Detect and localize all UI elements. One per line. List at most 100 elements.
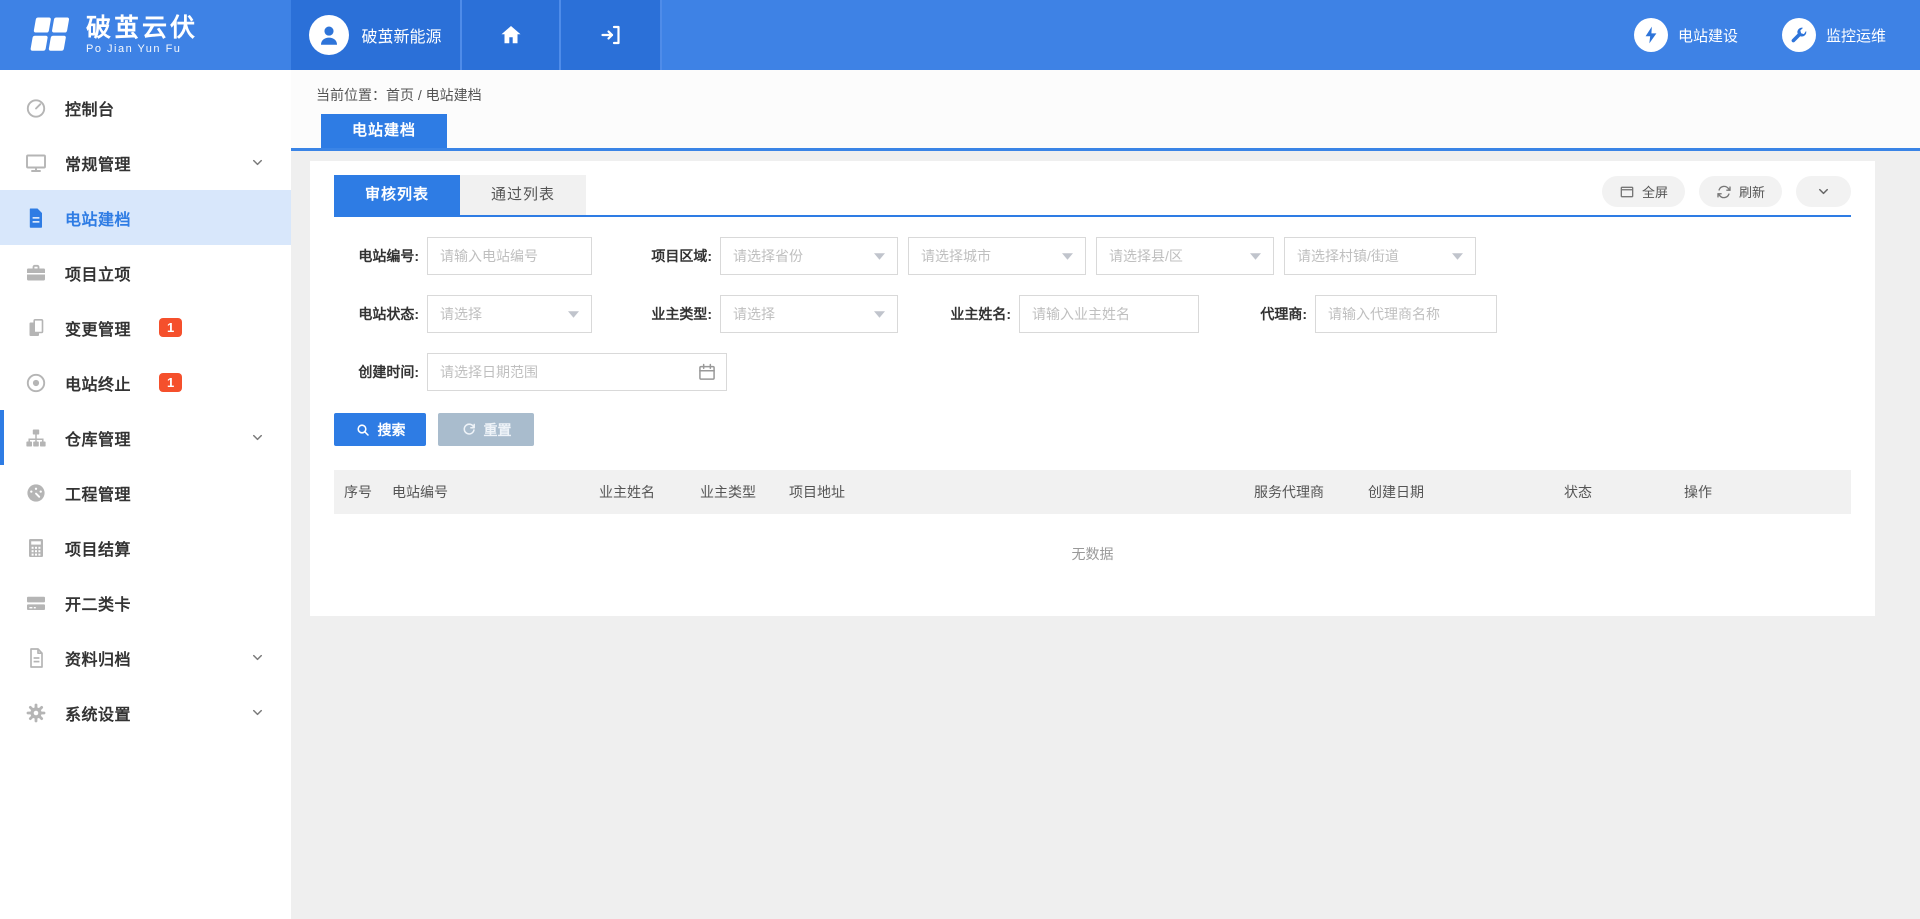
sidebar: 控制台 常规管理 电站建档 项目立项 变更管理 1 [0, 70, 291, 919]
owner-type-select[interactable]: 请选择 [720, 295, 898, 333]
header-spacer [662, 0, 1634, 70]
badge-count: 1 [159, 373, 182, 393]
reset-button[interactable]: 重置 [438, 413, 534, 446]
page-tab-station-archive[interactable]: 电站建档 [321, 114, 447, 148]
sidebar-item-project-initiation[interactable]: 项目立项 [0, 245, 291, 300]
fullscreen-icon [1619, 184, 1635, 200]
station-no-input[interactable] [427, 237, 592, 275]
home-button[interactable] [462, 0, 561, 70]
sidebar-item-station-termination[interactable]: 电站终止 1 [0, 355, 291, 410]
main-area: 当前位置：首页 / 电站建档 电站建档 审核列表 通过列表 全屏 [291, 70, 1920, 919]
chevron-down-icon [250, 155, 265, 170]
top-strip: 当前位置：首页 / 电站建档 电站建档 [291, 70, 1920, 151]
person-icon [316, 22, 342, 48]
exit-icon [599, 23, 623, 47]
card-icon [24, 591, 48, 615]
owner-name-input[interactable] [1019, 295, 1199, 333]
refresh-icon [1716, 184, 1732, 200]
top-header: 破茧云伏 Po Jian Yun Fu 破茧新能源 [0, 0, 1920, 70]
county-select[interactable]: 请选择县/区 [1096, 237, 1274, 275]
sidebar-item-engineering-mgmt[interactable]: 工程管理 [0, 465, 291, 520]
actions-row: 搜索 重置 [334, 413, 1851, 446]
search-button[interactable]: 搜索 [334, 413, 426, 446]
station-no-label: 电站编号: [334, 246, 419, 266]
file-icon [24, 206, 48, 230]
bolt-icon [1634, 18, 1668, 52]
date-range-input[interactable] [427, 353, 727, 391]
chevron-down-icon [250, 430, 265, 445]
module-label: 监控运维 [1826, 25, 1886, 46]
logout-button[interactable] [561, 0, 662, 70]
sidebar-item-station-archive[interactable]: 电站建档 [0, 190, 291, 245]
breadcrumb: 当前位置：首页 / 电站建档 [291, 70, 1920, 105]
town-select[interactable]: 请选择村镇/街道 [1284, 237, 1476, 275]
breadcrumb-label: 当前位置： [316, 87, 386, 103]
col-owner-type: 业主类型 [690, 470, 779, 514]
panel: 审核列表 通过列表 全屏 刷新 [310, 161, 1875, 616]
sidebar-item-change-mgmt[interactable]: 变更管理 1 [0, 300, 291, 355]
avatar [309, 15, 349, 55]
sidebar-item-project-settlement[interactable]: 项目结算 [0, 520, 291, 575]
filter-row-3: 创建时间: [334, 353, 1851, 391]
col-owner-name: 业主姓名 [589, 470, 690, 514]
briefcase-icon [24, 261, 48, 285]
status-select[interactable]: 请选择 [427, 295, 592, 333]
status-label: 电站状态: [334, 304, 419, 324]
city-select[interactable]: 请选择城市 [908, 237, 1086, 275]
module-label: 电站建设 [1678, 25, 1738, 46]
sidebar-item-open-card[interactable]: 开二类卡 [0, 575, 291, 630]
created-label: 创建时间: [334, 362, 419, 382]
refresh-button[interactable]: 刷新 [1699, 176, 1782, 207]
badge-count: 1 [159, 318, 182, 338]
tab-review-list[interactable]: 审核列表 [334, 175, 460, 215]
date-range-picker[interactable] [427, 353, 727, 391]
region-label: 项目区域: [637, 246, 712, 266]
province-select[interactable]: 请选择省份 [720, 237, 898, 275]
col-status: 状态 [1554, 470, 1674, 514]
chevron-down-icon [250, 650, 265, 665]
brand-area: 破茧云伏 Po Jian Yun Fu [0, 0, 291, 70]
header-nav: 破茧新能源 电站建设 [291, 0, 1920, 70]
brand-subtitle: Po Jian Yun Fu [86, 43, 198, 55]
table-header-row: 序号 电站编号 业主姓名 业主类型 项目地址 服务代理商 创建日期 状态 操作 [334, 470, 1851, 514]
panel-tabs: 审核列表 通过列表 全屏 刷新 [334, 175, 1851, 217]
dashboard-icon [24, 96, 48, 120]
module-monitor-ops[interactable]: 监控运维 [1782, 18, 1886, 52]
sidebar-item-dashboard[interactable]: 控制台 [0, 80, 291, 135]
wrench-icon [1782, 18, 1816, 52]
filter-row-2: 电站状态: 请选择 业主类型: 请选择 业主姓名: 代理商: [334, 295, 1851, 333]
module-station-build[interactable]: 电站建设 [1634, 18, 1738, 52]
user-menu[interactable]: 破茧新能源 [291, 0, 462, 70]
calculator-icon [24, 536, 48, 560]
dot-circle-icon [24, 371, 48, 395]
agent-input[interactable] [1315, 295, 1497, 333]
sidebar-item-data-archive[interactable]: 资料归档 [0, 630, 291, 685]
tab-passed-list[interactable]: 通过列表 [460, 175, 586, 215]
fullscreen-button[interactable]: 全屏 [1602, 176, 1685, 207]
empty-state: 无数据 [334, 514, 1851, 570]
filter-row-1: 电站编号: 项目区域: 请选择省份 请选择城市 请选择县/区 请选择村镇/街道 [334, 237, 1851, 275]
monitor-icon [24, 151, 48, 175]
gear-icon [24, 701, 48, 725]
calendar-icon [697, 362, 717, 382]
col-service-agent: 服务代理商 [1244, 470, 1358, 514]
sidebar-item-general-mgmt[interactable]: 常规管理 [0, 135, 291, 190]
caret-down-icon [874, 253, 885, 260]
gauge-icon [24, 481, 48, 505]
collapse-button[interactable] [1796, 176, 1851, 207]
owner-name-label: 业主姓名: [926, 304, 1011, 324]
col-project-address: 项目地址 [779, 470, 1244, 514]
sidebar-item-warehouse-mgmt[interactable]: 仓库管理 [0, 410, 291, 465]
reset-icon [461, 422, 477, 438]
brand-logo-icon [26, 14, 72, 56]
col-operations: 操作 [1674, 470, 1851, 514]
agent-label: 代理商: [1237, 304, 1307, 324]
panel-tools: 全屏 刷新 [1602, 176, 1851, 215]
search-icon [355, 422, 371, 438]
chevron-down-icon [250, 705, 265, 720]
copy-icon [24, 316, 48, 340]
chevron-down-icon [1816, 184, 1831, 199]
company-name: 破茧新能源 [361, 23, 441, 47]
sidebar-item-system-settings[interactable]: 系统设置 [0, 685, 291, 740]
owner-type-label: 业主类型: [637, 304, 712, 324]
